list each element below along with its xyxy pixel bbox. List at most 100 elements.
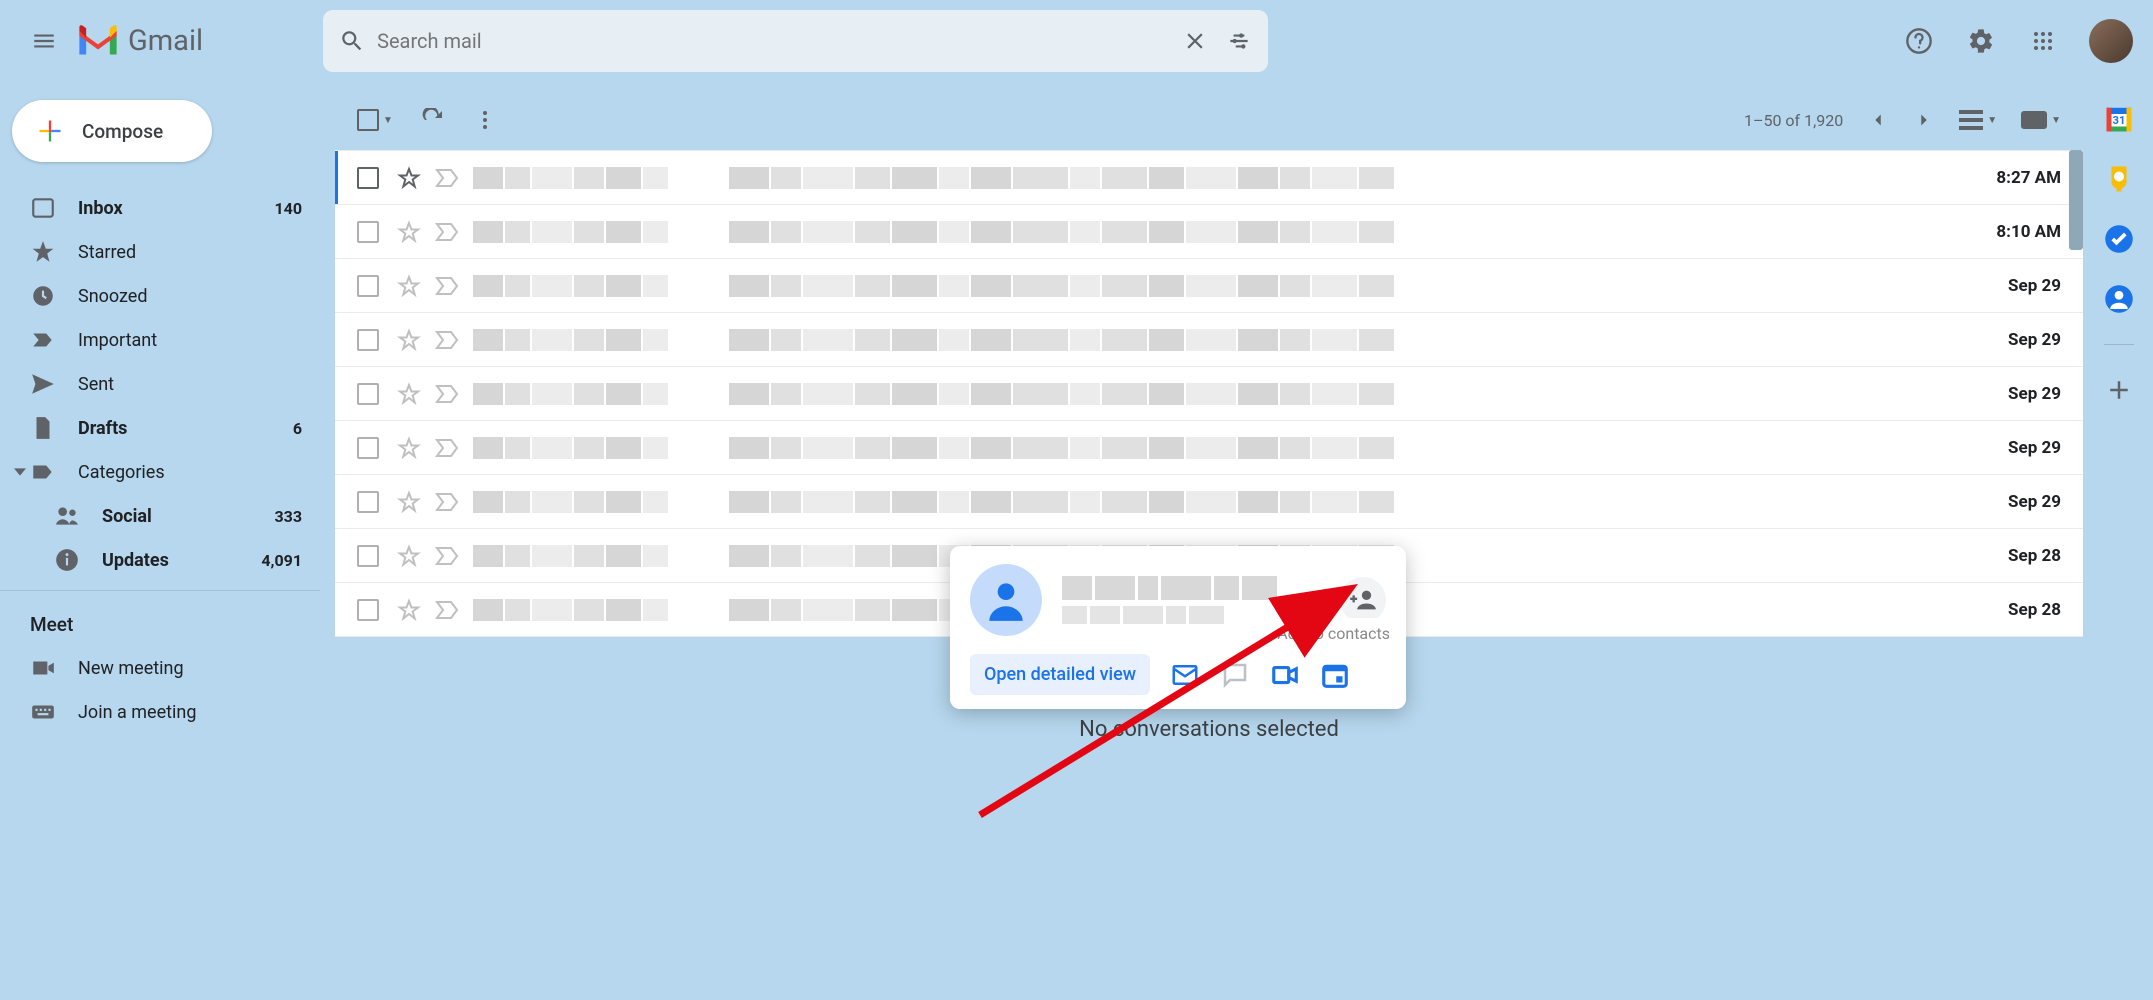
video-call-icon[interactable]: [1270, 660, 1300, 690]
important-marker-icon[interactable]: [435, 492, 459, 512]
calendar-app-button[interactable]: 31: [2104, 104, 2134, 134]
star-icon[interactable]: [397, 544, 421, 568]
email-row[interactable]: 8:27 AM: [335, 151, 2083, 205]
apps-button[interactable]: [2019, 17, 2067, 65]
important-marker-icon[interactable]: [435, 546, 459, 566]
schedule-event-icon[interactable]: [1320, 660, 1350, 690]
left-nav: Compose Inbox 140 Starred Snoozed Import…: [0, 90, 320, 734]
email-date: Sep 29: [2008, 330, 2061, 350]
important-marker-icon[interactable]: [435, 330, 459, 350]
open-detailed-view-button[interactable]: Open detailed view: [970, 654, 1150, 695]
email-date: Sep 28: [2008, 600, 2061, 620]
checkbox-icon: [357, 109, 379, 131]
person-icon: [981, 575, 1031, 625]
support-button[interactable]: [1895, 17, 1943, 65]
get-addons-button[interactable]: [2104, 375, 2134, 405]
compose-button[interactable]: Compose: [12, 100, 212, 162]
nav-drafts[interactable]: Drafts 6: [0, 406, 320, 450]
keyboard-icon: [30, 699, 56, 725]
subject-redacted: [729, 167, 1976, 189]
star-icon[interactable]: [397, 166, 421, 190]
side-panel-divider: [2104, 344, 2134, 345]
important-marker-icon[interactable]: [435, 438, 459, 458]
row-checkbox[interactable]: [357, 221, 379, 243]
split-pane-toggle[interactable]: ▼: [1959, 110, 1997, 130]
important-marker-icon[interactable]: [435, 222, 459, 242]
star-icon[interactable]: [397, 382, 421, 406]
row-checkbox[interactable]: [357, 491, 379, 513]
row-checkbox[interactable]: [357, 437, 379, 459]
star-icon[interactable]: [397, 274, 421, 298]
row-checkbox[interactable]: [357, 599, 379, 621]
chat-icon[interactable]: [1220, 660, 1250, 690]
input-tools-button[interactable]: ▼: [2021, 111, 2061, 129]
add-to-contacts-button[interactable]: [1340, 577, 1386, 623]
label-icon: [30, 459, 56, 485]
hamburger-icon: [31, 28, 57, 54]
contact-name-redacted: [1062, 576, 1320, 624]
sender-redacted: [473, 437, 693, 459]
subject-redacted: [729, 383, 1988, 405]
row-checkbox[interactable]: [357, 167, 379, 189]
important-marker-icon[interactable]: [435, 276, 459, 296]
apps-grid-icon: [2031, 29, 2055, 53]
row-checkbox[interactable]: [357, 329, 379, 351]
nav-categories[interactable]: Categories: [0, 450, 320, 494]
meet-new[interactable]: New meeting: [0, 646, 320, 690]
row-checkbox[interactable]: [357, 275, 379, 297]
nav-social[interactable]: Social 333: [0, 494, 320, 538]
star-icon: [30, 239, 56, 265]
help-icon: [1905, 27, 1933, 55]
star-icon[interactable]: [397, 598, 421, 622]
next-page-button[interactable]: [1913, 109, 1935, 131]
row-checkbox[interactable]: [357, 383, 379, 405]
email-row[interactable]: Sep 29: [335, 259, 2083, 313]
search-bar[interactable]: [323, 10, 1268, 72]
search-input[interactable]: [377, 29, 1182, 53]
nav-important[interactable]: Important: [0, 318, 320, 362]
important-marker-icon[interactable]: [435, 600, 459, 620]
plus-icon: [2104, 375, 2134, 405]
keep-app-button[interactable]: [2104, 164, 2134, 194]
nav-snoozed[interactable]: Snoozed: [0, 274, 320, 318]
email-row[interactable]: Sep 29: [335, 421, 2083, 475]
more-button[interactable]: [473, 108, 497, 132]
person-add-icon: [1349, 586, 1377, 614]
search-icon: [339, 28, 365, 54]
email-row[interactable]: Sep 29: [335, 475, 2083, 529]
star-icon[interactable]: [397, 490, 421, 514]
star-icon[interactable]: [397, 220, 421, 244]
email-row[interactable]: Sep 29: [335, 313, 2083, 367]
settings-button[interactable]: [1957, 17, 2005, 65]
select-all-checkbox[interactable]: ▼: [357, 109, 393, 131]
nav-starred[interactable]: Starred: [0, 230, 320, 274]
important-marker-icon[interactable]: [435, 384, 459, 404]
send-email-icon[interactable]: [1170, 660, 1200, 690]
calendar-icon: 31: [2104, 104, 2134, 134]
row-checkbox[interactable]: [357, 545, 379, 567]
star-icon[interactable]: [397, 328, 421, 352]
page-range[interactable]: 1–50 of 1,920: [1744, 111, 1843, 130]
toolbar: ▼ 1–50 of 1,920 ▼ ▼: [335, 90, 2083, 150]
star-icon[interactable]: [397, 436, 421, 460]
account-avatar[interactable]: [2089, 19, 2133, 63]
tasks-app-button[interactable]: [2104, 224, 2134, 254]
gmail-logo[interactable]: Gmail: [76, 24, 203, 58]
main-menu-button[interactable]: [20, 17, 68, 65]
email-row[interactable]: 8:10 AM: [335, 205, 2083, 259]
nav-updates[interactable]: Updates 4,091: [0, 538, 320, 582]
prev-page-button[interactable]: [1867, 109, 1889, 131]
header-right: [1895, 17, 2133, 65]
refresh-button[interactable]: [421, 108, 445, 132]
meet-join[interactable]: Join a meeting: [0, 690, 320, 734]
subject-redacted: [729, 491, 1988, 513]
important-marker-icon[interactable]: [435, 168, 459, 188]
contacts-app-button[interactable]: [2104, 284, 2134, 314]
email-row[interactable]: Sep 29: [335, 367, 2083, 421]
clear-search-icon[interactable]: [1182, 28, 1208, 54]
nav-sent[interactable]: Sent: [0, 362, 320, 406]
search-options-icon[interactable]: [1226, 28, 1252, 54]
scrollbar-thumb[interactable]: [2069, 150, 2083, 250]
clock-icon: [30, 283, 56, 309]
nav-inbox[interactable]: Inbox 140: [0, 186, 320, 230]
